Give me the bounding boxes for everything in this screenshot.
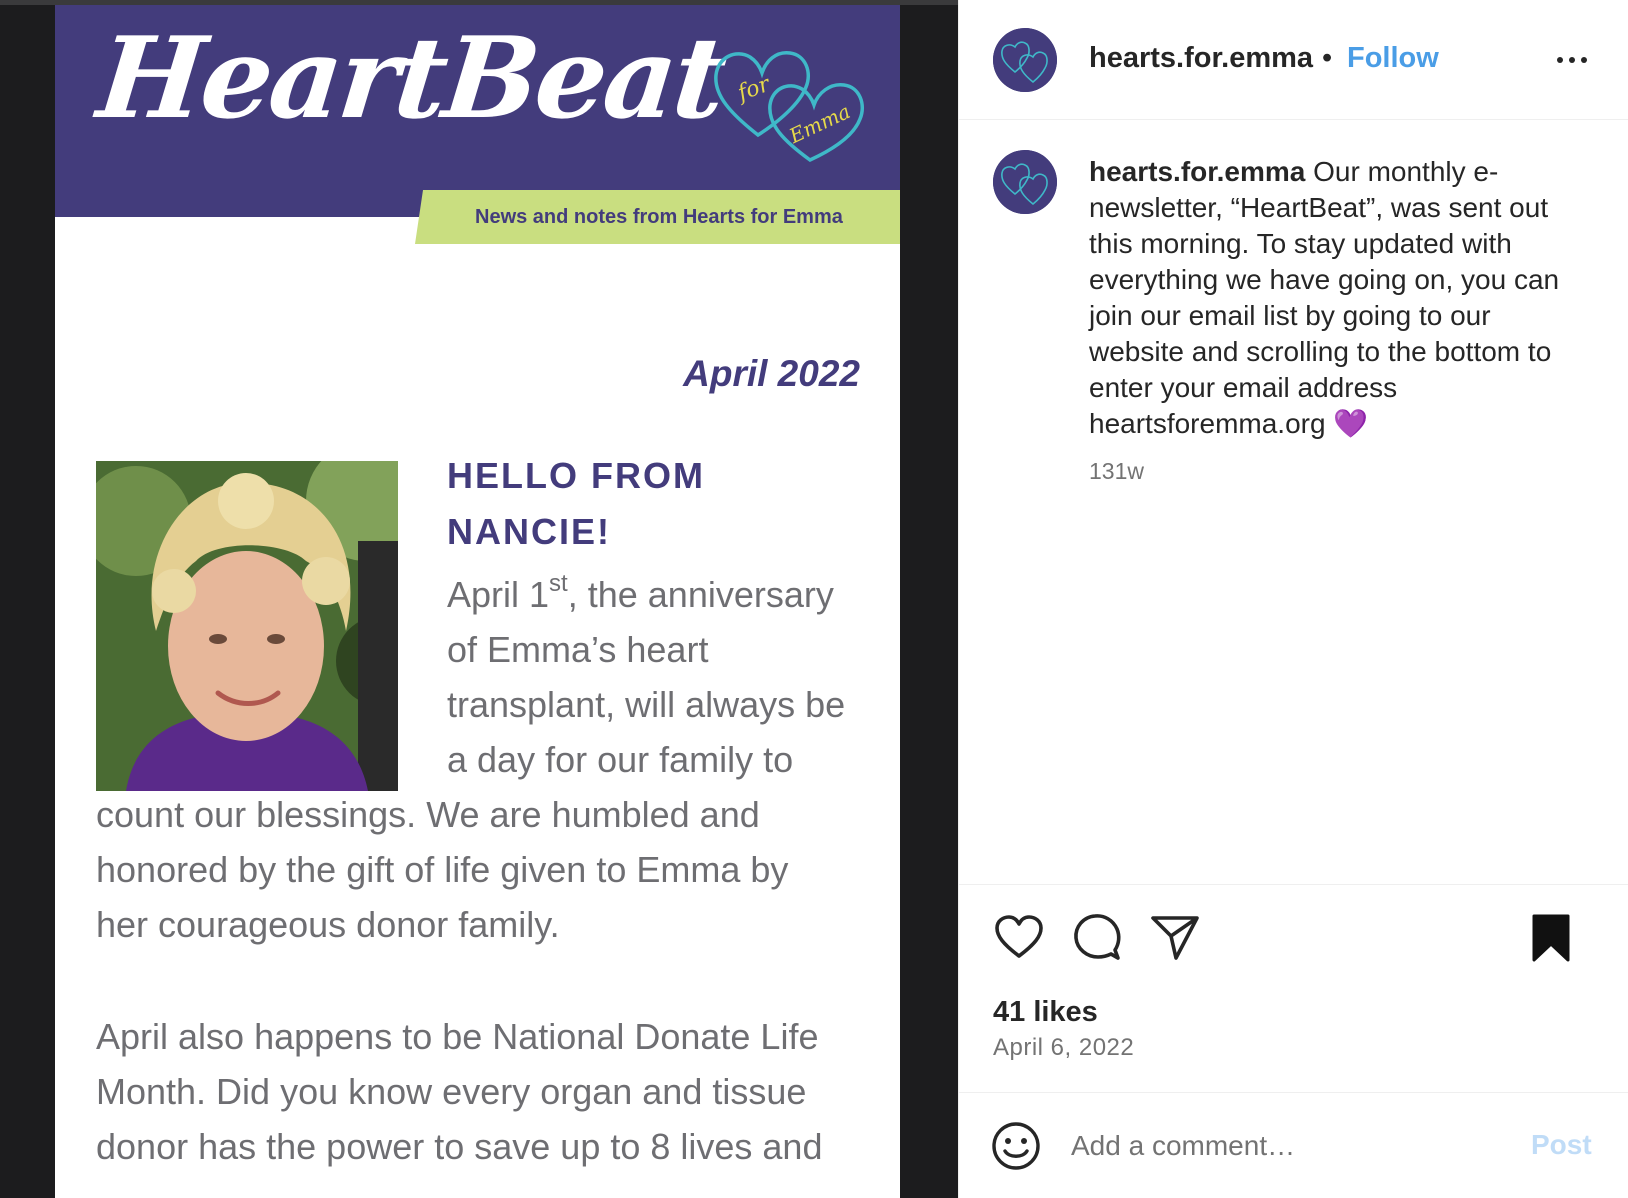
- header-username-link[interactable]: hearts.for.emma: [1089, 42, 1313, 75]
- newsletter-title: HeartBeat: [92, 13, 730, 144]
- post-date: April 6, 2022: [993, 1034, 1135, 1061]
- body-line: Month. Did you know every organ and tiss…: [96, 1071, 807, 1112]
- post-header: hearts.for.emma • Follow: [959, 0, 1628, 120]
- hearts-for-emma-logo: for Emma: [714, 51, 865, 163]
- caption-avatar[interactable]: [993, 150, 1057, 214]
- newsletter-tagline: News and notes from Hearts for Emma: [415, 190, 900, 244]
- header-separator: •: [1322, 42, 1333, 74]
- body-line: count our blessings. We are humbled and: [96, 794, 760, 835]
- more-horizontal-icon[interactable]: [1552, 45, 1592, 75]
- logo-for-text: for: [733, 71, 775, 107]
- newsletter-date: April 2022: [683, 353, 860, 394]
- comment-icon[interactable]: [1071, 912, 1123, 964]
- post-media[interactable]: HeartBeat for Emma News and notes from H…: [0, 0, 958, 1198]
- post-comment-button[interactable]: Post: [1531, 1129, 1592, 1161]
- body-line: April 1st, the anniversary: [447, 570, 834, 616]
- body-line: transplant, will always be: [447, 684, 846, 725]
- actions-divider: [959, 884, 1628, 885]
- heading-line: HELLO FROM: [447, 455, 705, 496]
- body-line: honored by the gift of life given to Emm…: [96, 849, 789, 890]
- follow-button[interactable]: Follow: [1347, 42, 1439, 75]
- newsletter-body-paragraph-1: April 1st, the anniversary of Emma’s hea…: [96, 567, 866, 952]
- post-sidebar: hearts.for.emma • Follow hearts.for.emma…: [958, 0, 1628, 1198]
- body-line: a day for our family to: [447, 739, 794, 780]
- likes-count[interactable]: 41 likes: [993, 996, 1098, 1029]
- newsletter-body-paragraph-2: April also happens to be National Donate…: [96, 1009, 866, 1174]
- body-line: of Emma’s heart: [447, 629, 709, 670]
- share-icon[interactable]: [1149, 912, 1201, 964]
- newsletter-banner: HeartBeat for Emma: [55, 5, 900, 217]
- newsletter-image: HeartBeat for Emma News and notes from H…: [55, 5, 900, 1198]
- body-line: donor has the power to save up to 8 live…: [96, 1126, 823, 1167]
- comment-bar: Post: [959, 1092, 1628, 1198]
- caption-text: Our monthly e-newsletter, “HeartBeat”, w…: [1089, 156, 1560, 439]
- heart-icon[interactable]: [993, 912, 1045, 964]
- caption-username-link[interactable]: hearts.for.emma: [1089, 156, 1305, 187]
- caption-timestamp[interactable]: 131w: [1089, 458, 1144, 485]
- emoji-icon[interactable]: [991, 1121, 1041, 1171]
- body-line: her courageous donor family.: [96, 904, 560, 945]
- comment-input[interactable]: [1071, 1119, 1511, 1173]
- heading-line: NANCIE!: [447, 511, 611, 552]
- body-line: April also happens to be National Donate…: [96, 1016, 819, 1057]
- bookmark-icon[interactable]: [1525, 912, 1577, 964]
- newsletter-heading: HELLO FROM NANCIE!: [447, 448, 847, 560]
- profile-avatar[interactable]: [993, 28, 1057, 92]
- post-caption: hearts.for.emma Our monthly e-newsletter…: [1089, 154, 1569, 442]
